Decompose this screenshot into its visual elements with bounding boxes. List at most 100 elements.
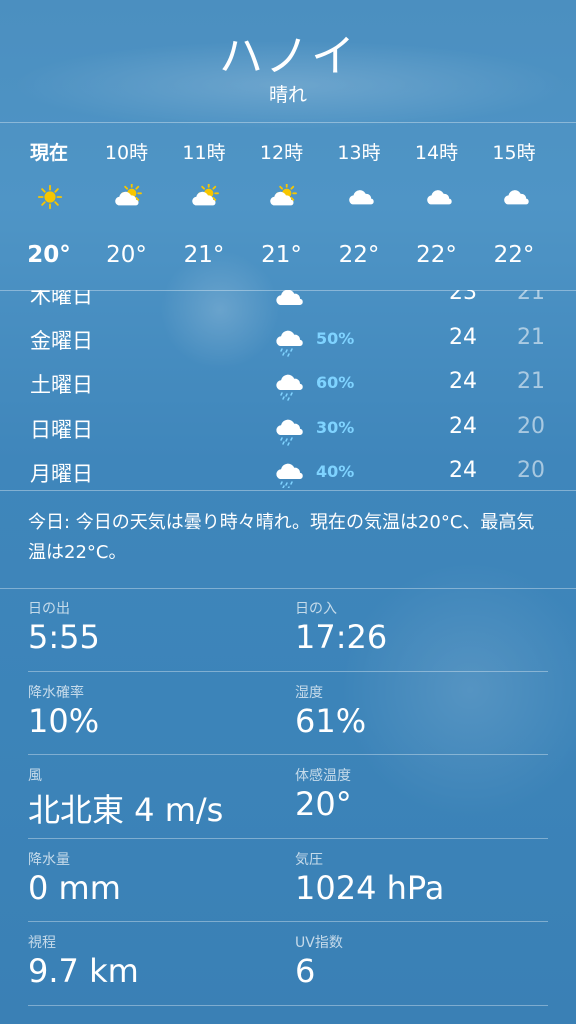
daily-forecast[interactable]: 木曜日 23 21 金曜日 50% 24 21 土曜日 60% 24 21 日曜日 30% 24 20 月曜日… [0,290,576,488]
detail-item: 湿度 61% [295,672,555,756]
divider [28,754,548,755]
detail-label: 気圧 [295,851,323,868]
daily-row: 金曜日 50% 24 21 [0,317,576,361]
hourly-item: 12時 21° [243,122,321,290]
daily-row: 土曜日 60% 24 21 [0,361,576,405]
day-name: 金曜日 [30,328,93,353]
day-name: 木曜日 [30,290,93,308]
hour-time: 11時 [182,142,226,164]
hourly-item: 現在 20° [10,122,88,290]
detail-item: 降水量 0 mm [28,839,288,923]
detail-item: 視程 9.7 km [28,922,288,1006]
detail-label: 視程 [28,935,56,951]
high-temp: 23 [449,290,477,305]
hour-temp: 21° [261,242,302,268]
detail-label: 体感温度 [295,768,351,784]
partly-cloudy-icon [268,183,298,208]
day-name: 月曜日 [30,462,93,486]
detail-item: UV指数 6 [295,922,555,1006]
hourly-item: 10時 20° [88,122,166,290]
hour-temp: 22° [416,242,457,268]
detail-value: 20° [295,785,352,823]
detail-value: 10% [28,701,100,740]
hourly-item: 15時 22° [475,122,553,290]
cloud-icon [272,290,304,312]
precip-chance: 60% [316,373,355,392]
day-name: 土曜日 [30,373,93,397]
high-temp: 24 [449,413,477,439]
low-temp: 21 [517,369,545,394]
low-temp: 21 [517,290,545,305]
sun-icon [35,184,65,210]
high-temp: 24 [449,369,477,394]
detail-label: 風 [28,768,42,784]
precip-chance: 50% [316,328,355,348]
divider [28,837,548,839]
detail-value: 5:55 [28,618,100,656]
hourly-item: 14時 22° [398,122,476,290]
detail-value: 1024 hPa [295,868,445,907]
detail-item: 風北北東 4 m/s [28,755,288,839]
detail-value: 北北東 4 m/s [28,791,224,829]
divider [28,670,548,672]
hour-time: 14時 [414,142,459,164]
hourly-forecast[interactable]: 現在 20° 10時 20° 11時 21° 12時 21° 13時 22° 14時 22° 15時 22… [0,122,576,290]
hour-time: 15時 [492,142,536,164]
hour-time: 16 [553,138,576,160]
detail-value: 61% [295,701,367,740]
hour-temp: 20° [27,242,71,268]
precip-chance: 40% [316,462,355,481]
rain-icon [272,460,304,488]
day-name: 日曜日 [30,417,93,442]
detail-label: 降水確率 [28,684,84,701]
detail-item: 降水確率 10% [28,672,288,756]
detail-label: 降水量 [28,851,70,868]
hour-time: 現在 [29,142,68,164]
cloud-icon [500,184,530,208]
divider [0,490,576,491]
high-temp: 24 [449,324,477,350]
hour-temp: 21° [183,242,225,268]
rain-icon [272,371,304,401]
hour-time: 13時 [337,142,381,164]
cloud-icon [345,184,375,208]
hour-temp: 22° [493,242,535,268]
divider [28,921,548,922]
daily-row: 日曜日 30% 24 20 [0,406,576,450]
hourly-item: 13時 22° [320,122,398,290]
detail-item: 日の出 5:55 [28,588,288,672]
divider [28,1004,548,1006]
high-temp: 24 [449,458,477,483]
detail-label: UV指数 [295,935,343,951]
hour-temp: 20° [106,242,147,268]
detail-label: 湿度 [295,684,323,701]
detail-value: 9.7 km [28,952,139,990]
detail-value: 6 [295,952,316,990]
rain-icon [272,416,304,446]
hour-time: 12時 [259,142,304,164]
detail-value: 17:26 [295,618,388,656]
detail-item: 日の入 17:26 [295,588,555,672]
detail-label: 日の入 [295,601,337,617]
hourly-item: 16 2 [553,122,576,290]
low-temp: 20 [517,458,545,483]
low-temp: 20 [517,413,545,439]
today-summary: 今日: 今日の天気は曇り時々晴れ。現在の気温は20°C、最高気温は22°C。 [28,512,535,563]
detail-value: 0 mm [28,868,121,907]
detail-item: 気圧 1024 hPa [295,839,555,923]
city-name: ハノイ [219,31,357,82]
cloud-icon [423,184,453,208]
partly-cloudy-icon [113,183,143,208]
partly-cloudy-icon [190,183,220,208]
detail-item: 体感温度 20° [295,755,555,839]
hour-time: 10時 [104,142,149,164]
daily-row: 月曜日 40% 24 20 [0,450,576,488]
hour-temp: 2 [553,242,576,268]
daily-row: 木曜日 23 21 [0,290,576,316]
hour-temp: 22° [338,242,380,268]
low-temp: 21 [517,324,545,350]
detail-label: 日の出 [28,601,70,617]
rain-icon [272,327,304,357]
hourly-item: 11時 21° [165,122,243,290]
current-condition: 晴れ [268,84,307,106]
